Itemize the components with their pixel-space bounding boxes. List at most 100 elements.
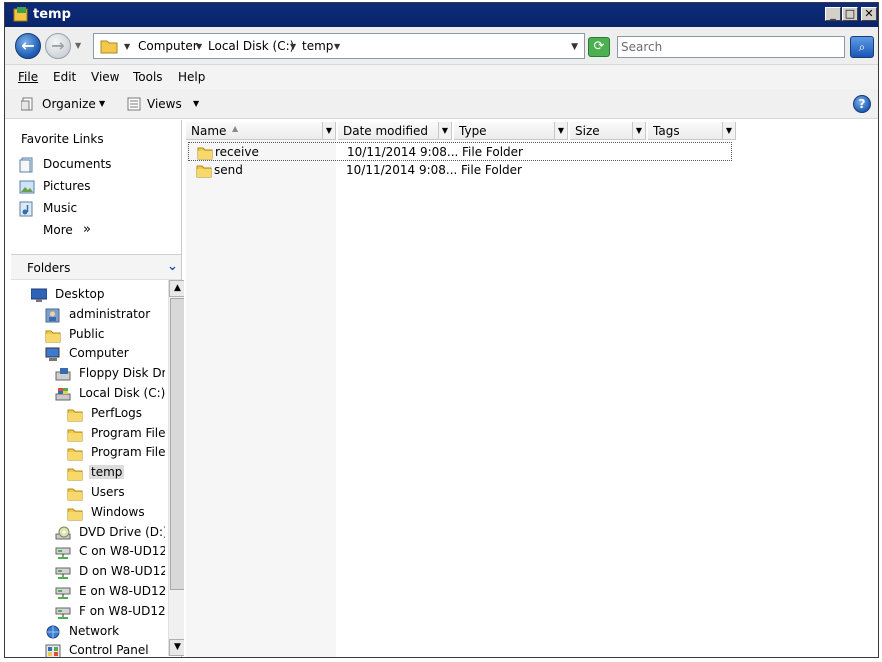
folder-tree-label: Local Disk (C:) — [79, 386, 165, 400]
column-dropdown-icon[interactable]: ▼ — [438, 122, 451, 139]
folder-icon — [45, 328, 61, 343]
folder-tree-label: C on W8-UD12W — [79, 544, 165, 559]
column-label: Size — [575, 124, 600, 138]
views-icon — [127, 97, 141, 111]
column-header-date-modified[interactable]: Date modified ▼ — [338, 122, 452, 140]
folder-tree-label: DVD Drive (D:) B — [79, 524, 165, 539]
menu-tools[interactable]: Tools — [133, 70, 163, 84]
refresh-button[interactable]: ⟳ — [588, 37, 610, 57]
organize-icon — [21, 97, 33, 111]
folder-icon — [100, 40, 118, 54]
favorite-links-title: Favorite Links — [21, 132, 104, 146]
favorite-label: Music — [43, 201, 78, 215]
organize-button[interactable]: Organize — [42, 97, 96, 111]
navigation-pane: Favorite Links Documents Pictures Music — [11, 120, 186, 657]
file-row[interactable]: send 10/11/2014 9:08... File Folder — [188, 161, 732, 180]
file-row[interactable]: receive 10/11/2014 9:08... File Folder — [188, 142, 732, 161]
sorted-column-highlight — [186, 140, 336, 657]
favorite-more[interactable]: More » — [17, 221, 177, 241]
search-button[interactable]: ⌕ — [850, 36, 874, 58]
forward-button[interactable]: → — [45, 33, 71, 59]
folder-icon — [196, 163, 212, 178]
folder-icon — [197, 145, 213, 160]
column-header-size[interactable]: Size ▼ — [570, 122, 646, 140]
local-disk-icon — [55, 387, 71, 402]
maximize-button[interactable]: □ — [842, 7, 858, 21]
favorite-label: Pictures — [43, 179, 91, 193]
dvd-drive-icon — [55, 526, 71, 541]
folder-tree-scrollbar[interactable]: ▲ ▼ — [168, 280, 186, 656]
file-name: send — [214, 163, 243, 177]
favorite-label: Documents — [43, 157, 112, 171]
folder-tree-label: Program Files — [91, 425, 165, 440]
folder-icon — [67, 466, 83, 481]
column-dropdown-icon[interactable]: ▼ — [632, 122, 645, 139]
folder-tree-label: F on W8-UD12W — [79, 603, 165, 618]
breadcrumb-computer[interactable]: Computer — [138, 39, 198, 53]
chevron-down-icon[interactable]: ⌄ — [167, 259, 178, 274]
folder-tree-label: Computer — [69, 346, 129, 361]
file-type: File Folder — [461, 163, 522, 177]
folder-tree-label: Control Panel — [69, 643, 149, 657]
column-header-type[interactable]: Type ▼ — [454, 122, 568, 140]
search-input[interactable]: Search — [617, 36, 845, 58]
sort-ascending-icon: ▲ — [232, 124, 239, 133]
menu-edit[interactable]: Edit — [53, 70, 76, 84]
column-header-tags[interactable]: Tags ▼ — [648, 122, 736, 140]
column-label: Date modified — [343, 124, 429, 138]
folders-header[interactable]: Folders ⌄ — [11, 254, 181, 280]
recent-pages-dropdown-icon[interactable]: ▼ — [75, 41, 81, 50]
folder-icon — [67, 486, 83, 501]
column-header-name[interactable]: Name ▲ ▼ — [186, 122, 336, 140]
window-title: temp — [33, 7, 71, 22]
favorite-pictures[interactable]: Pictures — [17, 177, 177, 197]
menu-view[interactable]: View — [91, 70, 119, 84]
address-bar[interactable]: ▼ Computer ▼ Local Disk (C:) ▼ temp ▼ ▼ — [93, 33, 585, 59]
command-toolbar: Organize ▼ Views ▼ ? — [5, 89, 878, 119]
breadcrumb-local-disk[interactable]: Local Disk (C:) — [208, 39, 294, 53]
menu-file[interactable]: File — [18, 70, 38, 84]
crumb-arrow-icon[interactable]: ▼ — [334, 42, 340, 51]
title-bar[interactable]: temp _ □ ✕ — [5, 3, 878, 27]
network-drive-icon — [55, 545, 71, 560]
favorite-music[interactable]: Music — [17, 199, 177, 219]
refresh-icon: ⟳ — [593, 39, 605, 54]
column-dropdown-icon[interactable]: ▼ — [722, 122, 735, 139]
explorer-window: temp _ □ ✕ ← → ▼ ▼ Computer ▼ Local Disk… — [4, 2, 879, 658]
music-icon — [19, 201, 33, 217]
forward-arrow-icon: → — [51, 36, 65, 55]
control-panel-icon — [45, 644, 61, 657]
folder-tree: Desktop administrator Public Computer Floppy… — [11, 282, 165, 657]
pictures-icon — [19, 180, 35, 194]
folder-icon — [67, 506, 83, 521]
search-icon: ⌕ — [858, 40, 866, 54]
file-type: File Folder — [462, 145, 523, 159]
network-icon — [45, 625, 61, 640]
crumb-arrow-icon[interactable]: ▼ — [196, 42, 202, 51]
help-button[interactable]: ? — [853, 95, 871, 113]
column-label: Type — [459, 124, 487, 138]
organize-dropdown-icon[interactable]: ▼ — [99, 99, 105, 108]
favorite-label: More — [43, 223, 73, 237]
column-dropdown-icon[interactable]: ▼ — [554, 122, 567, 139]
close-button[interactable]: ✕ — [861, 7, 877, 21]
desktop-icon — [31, 288, 47, 303]
menu-help[interactable]: Help — [178, 70, 205, 84]
column-label: Tags — [653, 124, 680, 138]
minimize-button[interactable]: _ — [825, 7, 841, 21]
back-button[interactable]: ← — [15, 33, 41, 59]
folder-tree-label: PerfLogs — [91, 405, 143, 420]
breadcrumb-temp[interactable]: temp — [302, 39, 333, 53]
column-dropdown-icon[interactable]: ▼ — [322, 122, 335, 139]
views-dropdown-icon[interactable]: ▼ — [193, 99, 199, 108]
scrollbar-thumb[interactable] — [170, 298, 185, 590]
crumb-arrow-icon[interactable]: ▼ — [124, 42, 130, 51]
folder-tree-label: D on W8-UD12W — [79, 564, 165, 579]
crumb-arrow-icon[interactable]: ▼ — [290, 42, 296, 51]
favorite-documents[interactable]: Documents — [17, 155, 177, 175]
back-arrow-icon: ← — [21, 36, 35, 55]
address-history-dropdown-icon[interactable]: ▼ — [571, 42, 578, 52]
views-button[interactable]: Views — [147, 97, 182, 111]
folder-tree-label: E on W8-UD12W — [79, 584, 165, 598]
folder-tree-label: administrator — [69, 306, 151, 321]
